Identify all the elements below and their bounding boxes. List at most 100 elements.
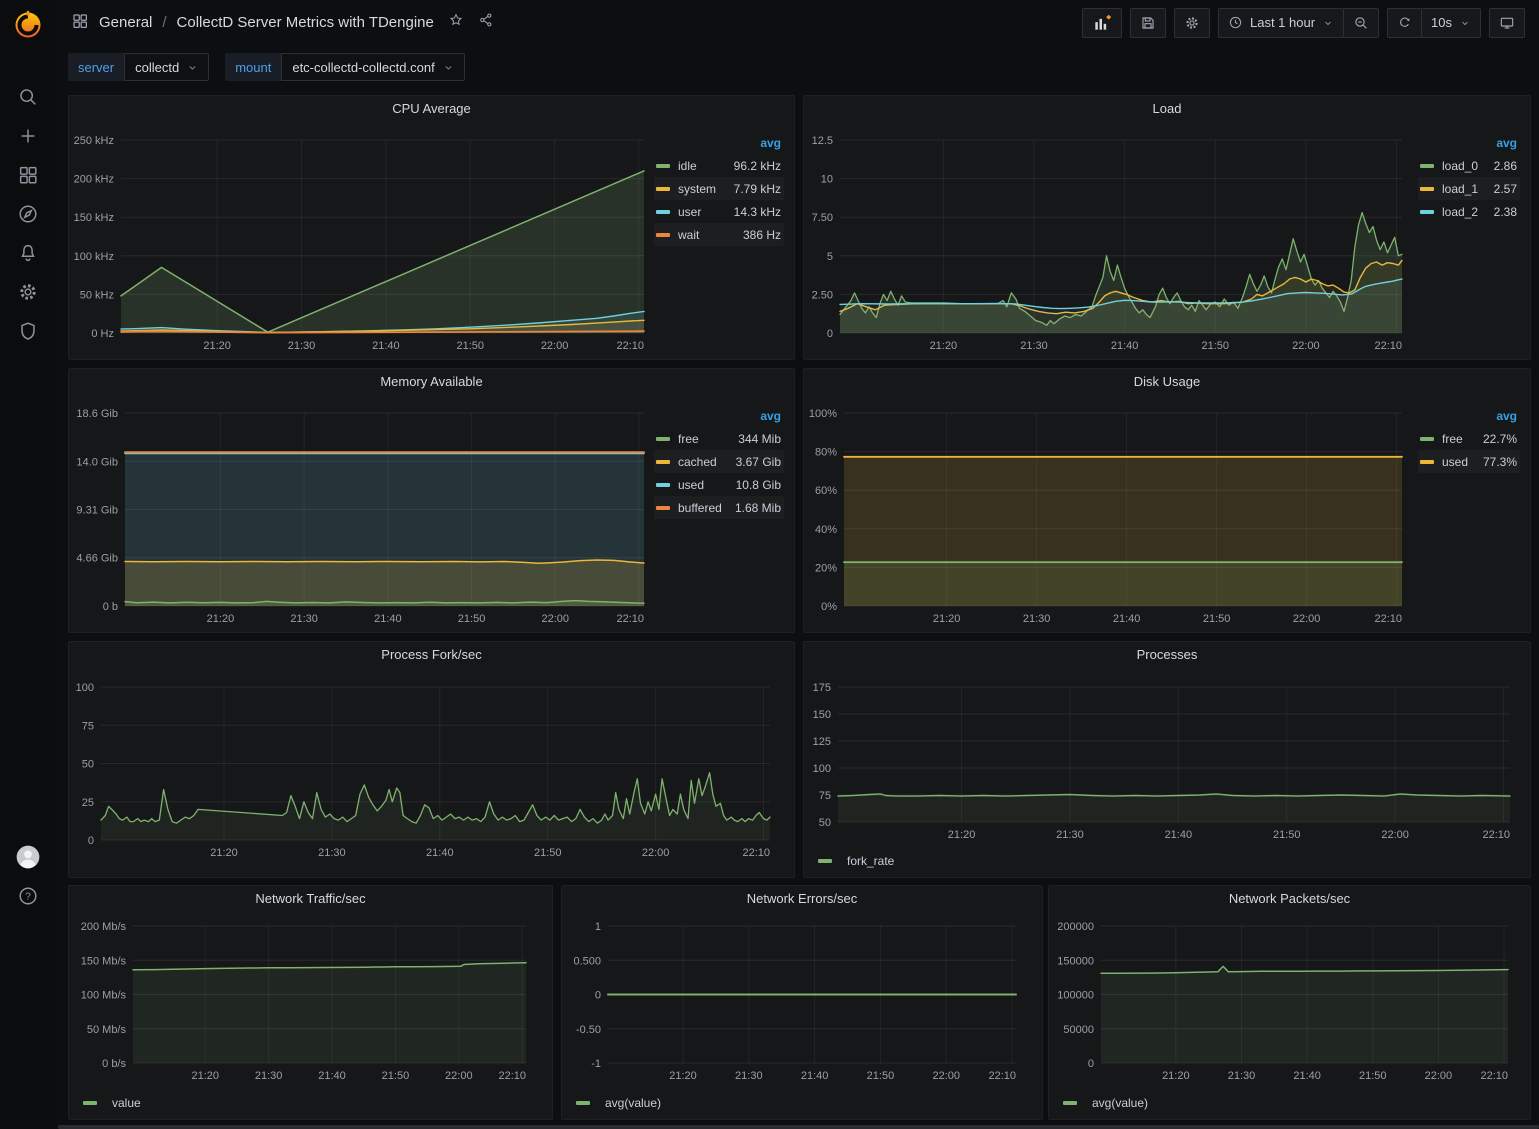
star-button[interactable]: [448, 12, 464, 33]
time-range-label: Last 1 hour: [1250, 15, 1315, 30]
sidebar-item-configuration[interactable]: [11, 281, 45, 303]
legend-series-value: 3.67 Gib: [736, 455, 781, 469]
legend-series-name: avg(value): [605, 1096, 661, 1110]
legend-item-avg(value)[interactable]: avg(value): [1063, 1096, 1148, 1110]
refresh-button[interactable]: [1387, 8, 1422, 38]
chart-canvas-process-fork[interactable]: 025507510021:2021:3021:4021:5022:0022:10: [69, 668, 794, 877]
panel-title[interactable]: Processes: [804, 642, 1530, 668]
panel-title[interactable]: CPU Average: [69, 96, 794, 122]
share-button[interactable]: [478, 12, 494, 33]
svg-text:21:30: 21:30: [1023, 613, 1051, 625]
horizontal-scrollbar[interactable]: [58, 1125, 1539, 1129]
sidebar-item-help[interactable]: ?: [11, 885, 45, 907]
svg-text:21:20: 21:20: [669, 1070, 697, 1082]
grafana-logo[interactable]: [10, 6, 46, 42]
sidebar-item-create[interactable]: [11, 125, 45, 147]
clock-icon: [1228, 15, 1243, 30]
zoom-out-time-button[interactable]: [1343, 8, 1379, 38]
svg-text:21:30: 21:30: [735, 1070, 763, 1082]
save-dashboard-button[interactable]: [1130, 8, 1166, 38]
svg-text:200000: 200000: [1057, 921, 1094, 933]
svg-text:50: 50: [82, 759, 94, 771]
chart-canvas-disk-usage[interactable]: 0%20%40%60%80%100%21:2021:3021:4021:5022…: [804, 395, 1418, 632]
svg-text:21:20: 21:20: [210, 847, 238, 859]
legend-item-free[interactable]: free344 Mib: [654, 427, 784, 450]
svg-text:21:50: 21:50: [1202, 340, 1230, 352]
svg-text:21:20: 21:20: [207, 613, 235, 625]
panel-title[interactable]: Disk Usage: [804, 369, 1530, 395]
svg-text:21:40: 21:40: [318, 1070, 346, 1082]
svg-text:21:20: 21:20: [948, 829, 976, 841]
svg-text:18.6 Gib: 18.6 Gib: [76, 408, 118, 420]
sidebar-item-search[interactable]: [11, 86, 45, 108]
legend-item-value[interactable]: value: [83, 1096, 141, 1110]
legend-item-cached[interactable]: cached3.67 Gib: [654, 450, 784, 473]
svg-text:21:40: 21:40: [1293, 1070, 1321, 1082]
chart-canvas-network-errors[interactable]: -1-0.5000.500121:2021:3021:4021:5022:002…: [562, 912, 1042, 1093]
svg-text:25: 25: [82, 797, 94, 809]
chart-canvas-load[interactable]: 02.5057.501012.521:2021:3021:4021:5022:0…: [804, 122, 1418, 359]
chart-canvas-processes[interactable]: 507510012515017521:2021:3021:4021:5022:0…: [804, 668, 1530, 851]
legend-series-value: 2.38: [1494, 205, 1517, 219]
variable-mount-select[interactable]: etc-collectd-collectd.conf: [281, 53, 464, 81]
sidebar-item-dashboards[interactable]: [11, 164, 45, 186]
add-panel-button[interactable]: [1082, 8, 1122, 38]
legend-item-load_2[interactable]: load_22.38: [1418, 200, 1520, 223]
svg-text:22:00: 22:00: [932, 1070, 960, 1082]
legend-swatch: [576, 1101, 590, 1105]
svg-text:21:50: 21:50: [867, 1070, 895, 1082]
time-range-picker[interactable]: Last 1 hour: [1218, 8, 1344, 38]
legend-item-system[interactable]: system7.79 kHz: [654, 177, 784, 200]
panel-title[interactable]: Process Fork/sec: [69, 642, 794, 668]
legend-item-buffered[interactable]: buffered1.68 Mib: [654, 496, 784, 519]
panel-title[interactable]: Network Traffic/sec: [69, 886, 552, 912]
sidebar-item-alerting[interactable]: [11, 242, 45, 264]
chart-canvas-memory-available[interactable]: 0 b4.66 Gib9.31 Gib14.0 Gib18.6 Gib21:20…: [69, 395, 654, 632]
legend-item-wait[interactable]: wait386 Hz: [654, 223, 784, 246]
legend-item-load_0[interactable]: load_02.86: [1418, 154, 1520, 177]
legend-item-load_1[interactable]: load_12.57: [1418, 177, 1520, 200]
legend-item-used[interactable]: used10.8 Gib: [654, 473, 784, 496]
legend-swatch: [1420, 437, 1434, 441]
panel-title[interactable]: Network Errors/sec: [562, 886, 1042, 912]
variable-mount: mount etc-collectd-collectd.conf: [225, 53, 464, 81]
legend-series-value: 344 Mib: [738, 432, 781, 446]
breadcrumb-folder[interactable]: General: [99, 14, 152, 31]
svg-text:22:10: 22:10: [1482, 829, 1510, 841]
panel-title[interactable]: Network Packets/sec: [1049, 886, 1530, 912]
legend-series-name: system: [678, 182, 716, 196]
legend-cpu-average: avgidle96.2 kHzsystem7.79 kHzuser14.3 kH…: [654, 122, 794, 359]
legend-item-free[interactable]: free22.7%: [1418, 427, 1520, 450]
panel-title[interactable]: Load: [804, 96, 1530, 122]
series-fill-avg_value: [1101, 966, 1508, 1063]
chart-canvas-network-traffic[interactable]: 0 b/s50 Mb/s100 Mb/s150 Mb/s200 Mb/s21:2…: [69, 912, 552, 1093]
legend-item-used[interactable]: used77.3%: [1418, 450, 1520, 473]
panel-title[interactable]: Memory Available: [69, 369, 794, 395]
panel-load: Load 02.5057.501012.521:2021:3021:4021:5…: [803, 95, 1531, 360]
legend-series-name: idle: [678, 159, 697, 173]
legend-swatch: [1420, 164, 1434, 168]
legend-item-idle[interactable]: idle96.2 kHz: [654, 154, 784, 177]
legend-series-name: user: [678, 205, 701, 219]
compass-icon: [17, 203, 39, 225]
dashboard-settings-button[interactable]: [1174, 8, 1210, 38]
panel-network-errors: Network Errors/sec -1-0.5000.500121:2021…: [561, 885, 1043, 1120]
legend-item-avg(value)[interactable]: avg(value): [576, 1096, 661, 1110]
legend-series-name: fork_rate: [847, 854, 894, 868]
series-fill-free: [844, 562, 1402, 606]
variable-server-select[interactable]: collectd: [124, 53, 209, 81]
refresh-interval-picker[interactable]: 10s: [1421, 8, 1481, 38]
chevron-down-icon: [1459, 17, 1471, 29]
page-title[interactable]: CollectD Server Metrics with TDengine: [177, 14, 434, 31]
gear-icon: [1184, 15, 1200, 31]
cycle-view-mode-button[interactable]: [1489, 8, 1525, 38]
legend-item-user[interactable]: user14.3 kHz: [654, 200, 784, 223]
chart-canvas-network-packets[interactable]: 05000010000015000020000021:2021:3021:402…: [1049, 912, 1530, 1093]
sidebar-item-profile[interactable]: [11, 846, 45, 868]
variable-mount-value: etc-collectd-collectd.conf: [292, 60, 434, 75]
sidebar-item-server-admin[interactable]: [11, 320, 45, 342]
sidebar-item-explore[interactable]: [11, 203, 45, 225]
search-icon: [17, 86, 39, 108]
chart-canvas-cpu-average[interactable]: 0 Hz50 kHz100 kHz150 kHz200 kHz250 kHz21…: [69, 122, 654, 359]
legend-item-fork_rate[interactable]: fork_rate: [818, 854, 894, 868]
